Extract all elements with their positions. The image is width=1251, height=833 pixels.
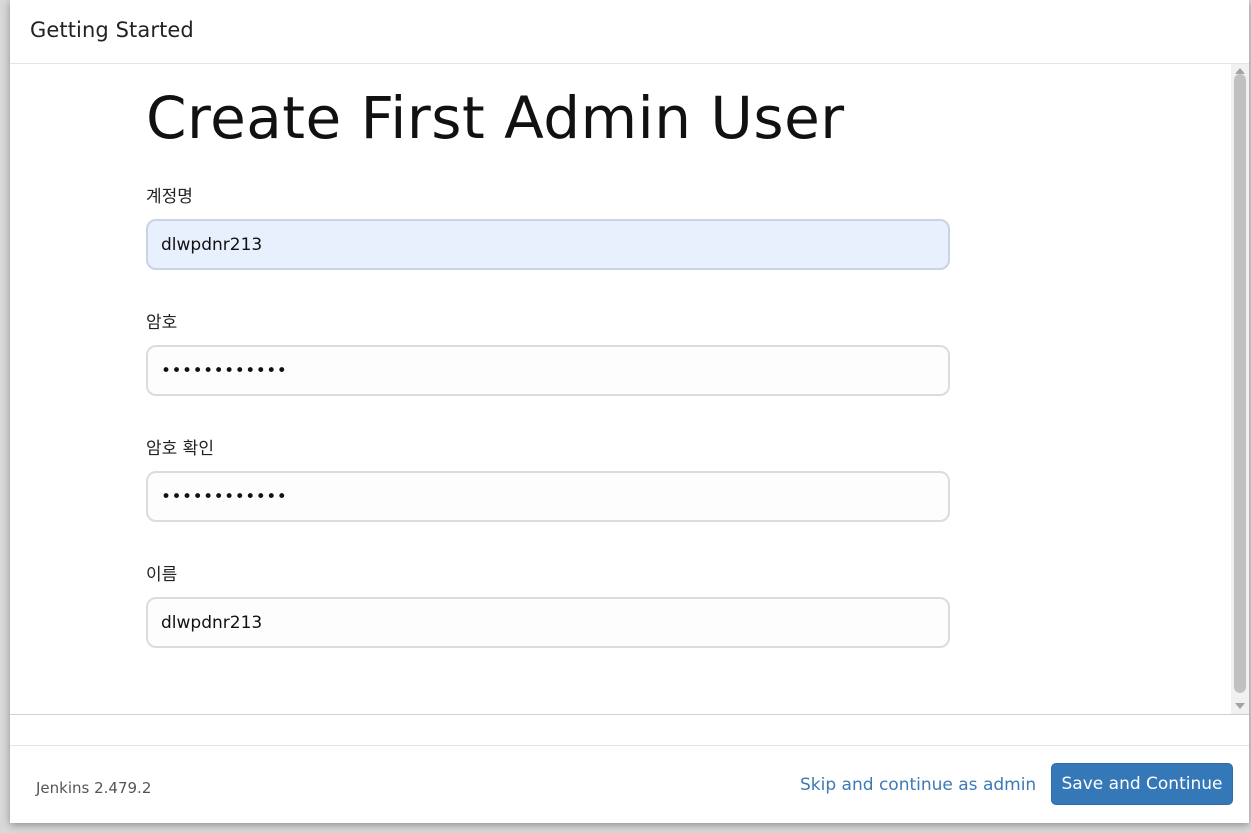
fullname-label: 이름 (146, 565, 178, 585)
password-field[interactable] (146, 345, 950, 396)
password-confirm-label: 암호 확인 (146, 439, 214, 459)
password-confirm-field[interactable] (146, 471, 950, 522)
vertical-scrollbar[interactable] (1231, 64, 1249, 714)
dialog-title: Getting Started (30, 18, 194, 42)
username-field[interactable] (146, 219, 950, 270)
skip-and-continue-link[interactable]: Skip and continue as admin (800, 775, 1036, 795)
fullname-field[interactable] (146, 597, 950, 648)
dialog-footer: Jenkins 2.479.2 Skip and continue as adm… (10, 745, 1249, 823)
page-title: Create First Admin User (146, 84, 845, 152)
jenkins-version: Jenkins 2.479.2 (36, 779, 152, 797)
setup-wizard-dialog: Getting Started Create First Admin User … (10, 0, 1249, 823)
dialog-body: Create First Admin User 계정명 암호 암호 확인 이름 (10, 64, 1249, 715)
username-label: 계정명 (146, 187, 193, 207)
save-and-continue-button[interactable]: Save and Continue (1051, 763, 1233, 805)
scrollbar-thumb[interactable] (1234, 74, 1246, 693)
dialog-header: Getting Started (10, 0, 1249, 64)
scroll-down-arrow-icon[interactable] (1235, 703, 1245, 709)
password-label: 암호 (146, 313, 178, 333)
